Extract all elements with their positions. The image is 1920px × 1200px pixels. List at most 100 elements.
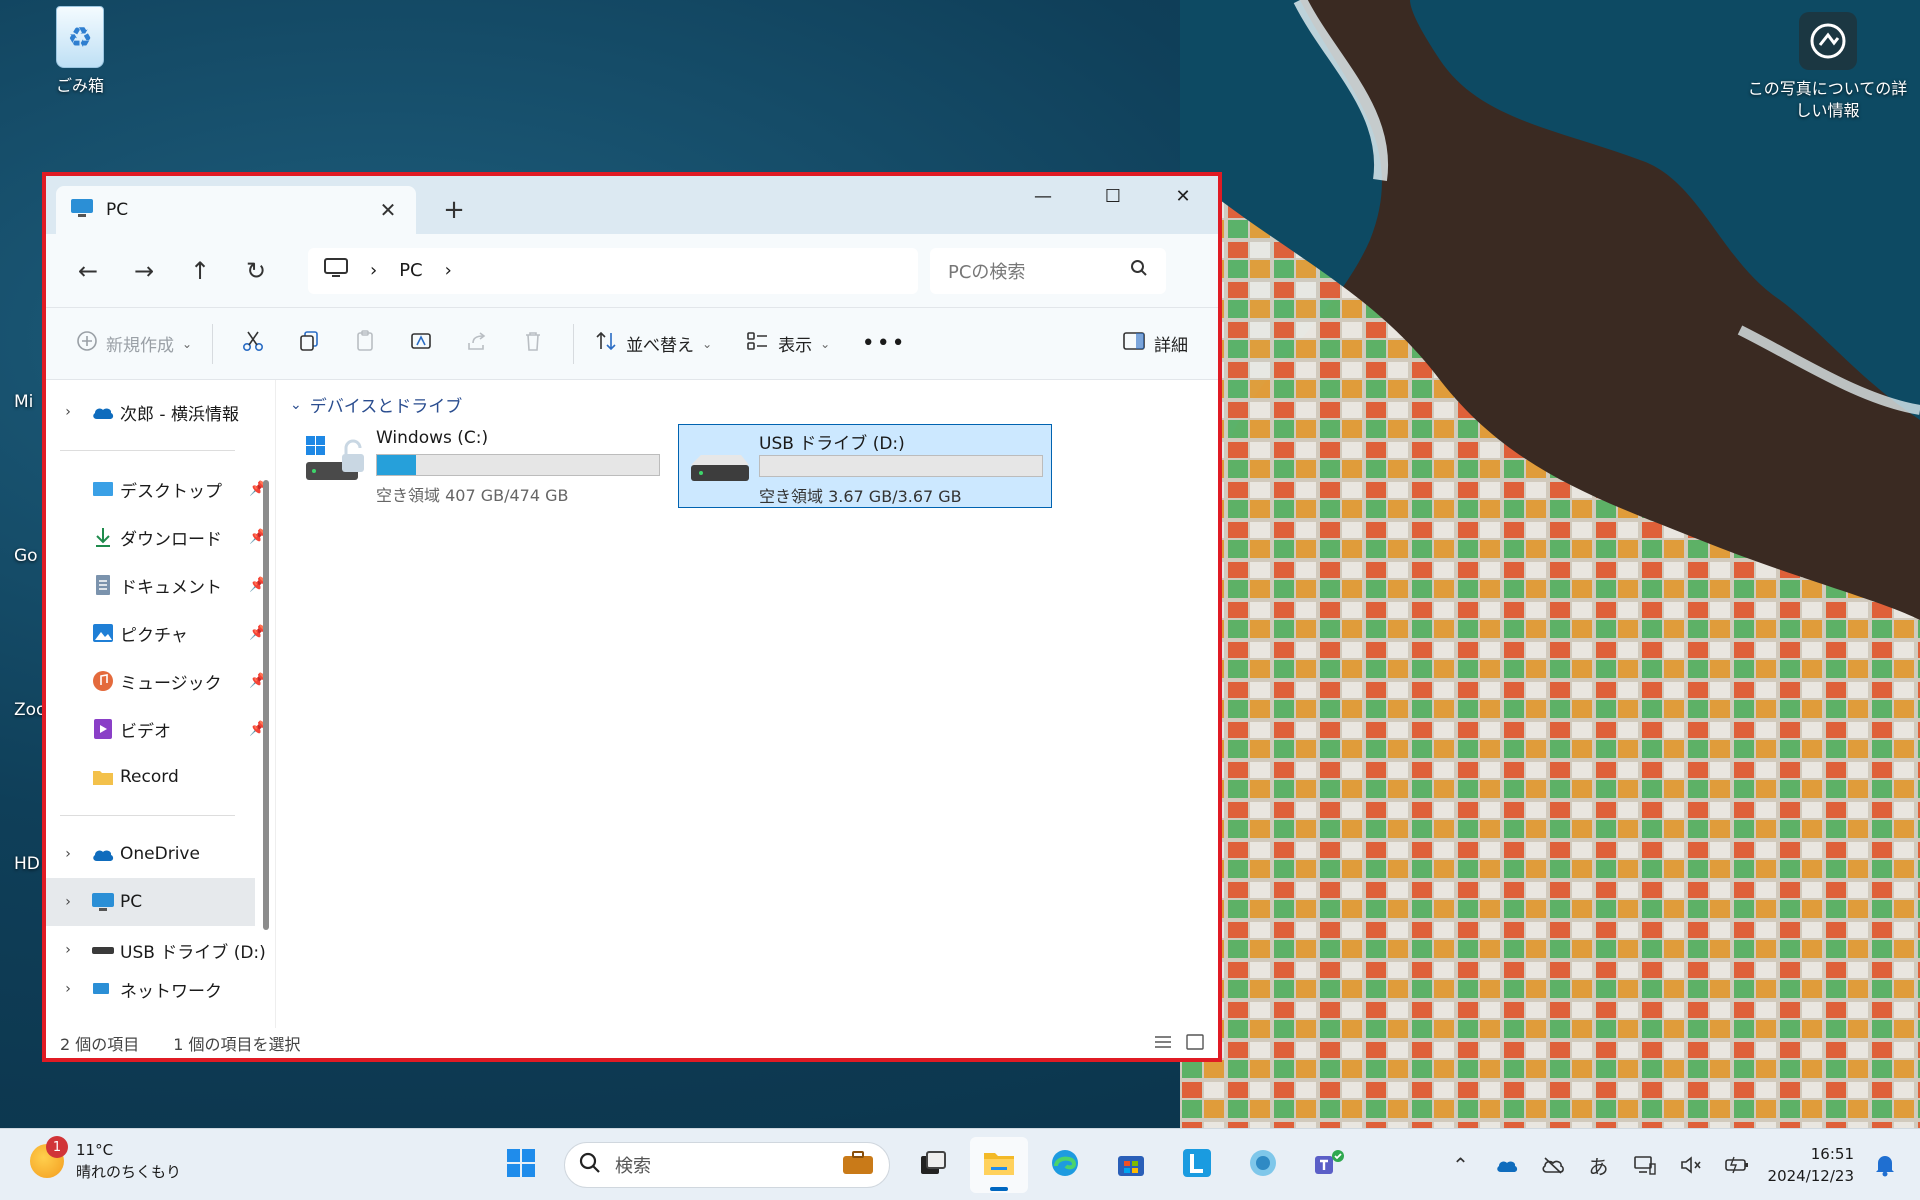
desktop-shortcut-label[interactable]: Go (14, 546, 38, 566)
chevron-right-icon[interactable]: › (46, 404, 90, 420)
circle-app-taskbar-button[interactable] (1234, 1137, 1292, 1193)
pin-icon[interactable]: 📌 (249, 577, 275, 593)
new-item-button[interactable]: 新規作成 ⌄ (68, 322, 200, 366)
group-header-devices[interactable]: ⌄ デバイスとドライブ (290, 392, 462, 418)
large-icons-view-icon[interactable] (1186, 1034, 1204, 1054)
pc-icon (90, 891, 116, 913)
weather-widget[interactable]: 1 11°C 晴れのちくもり (30, 1136, 182, 1183)
l-app-taskbar-button[interactable] (1168, 1137, 1226, 1193)
chevron-right-icon[interactable]: › (445, 260, 452, 281)
network-icon[interactable] (1630, 1150, 1660, 1180)
divider (573, 323, 575, 364)
task-view-button[interactable] (904, 1137, 962, 1193)
address-bar[interactable]: › PC › (308, 247, 918, 294)
more-options-button[interactable]: ••• (856, 322, 912, 366)
sidebar-item-documents[interactable]: ドキュメント 📌 (46, 561, 275, 609)
chevron-up-icon[interactable]: ⌃ (1446, 1150, 1476, 1180)
up-button[interactable]: ↑ (172, 249, 228, 293)
volume-muted-icon[interactable] (1676, 1150, 1706, 1180)
store-taskbar-button[interactable] (1102, 1137, 1160, 1193)
usb-drive-icon (90, 939, 116, 961)
sidebar-item-videos[interactable]: ビデオ 📌 (46, 705, 275, 753)
forward-button[interactable]: → (116, 249, 172, 293)
tab-title: PC (106, 200, 129, 220)
title-bar[interactable]: PC ✕ + — ☐ ✕ (46, 176, 1218, 234)
photo-info-shortcut[interactable]: この写真についての詳しい情報 (1740, 12, 1915, 122)
tab-pc[interactable]: PC ✕ (56, 186, 416, 234)
rename-icon (409, 329, 433, 358)
delete-button[interactable] (505, 322, 561, 366)
document-icon (90, 574, 116, 596)
weather-temperature: 11°C (76, 1141, 114, 1159)
cut-button[interactable] (225, 322, 281, 366)
taskbar-search[interactable]: 検索 (564, 1142, 890, 1188)
edge-taskbar-button[interactable] (1036, 1137, 1094, 1193)
drive-d-tile[interactable]: USB ドライブ (D:) 空き領域 3.67 GB/3.67 GB (678, 424, 1052, 508)
divider (212, 323, 214, 364)
teams-taskbar-button[interactable] (1300, 1137, 1358, 1193)
sidebar-scrollbar[interactable] (263, 480, 269, 930)
pin-icon[interactable]: 📌 (249, 625, 275, 641)
file-explorer-taskbar-button[interactable] (970, 1137, 1028, 1193)
details-view-icon[interactable] (1154, 1034, 1172, 1054)
l-app-icon (1182, 1148, 1212, 1183)
view-list-icon (746, 330, 770, 357)
navigation-pane[interactable]: › 次郎 - 横浜情報 デスクトップ 📌 ダウンロード 📌 ドキュメント 📌 ピ… (46, 380, 276, 1058)
chevron-right-icon[interactable]: › (46, 981, 90, 997)
pin-icon[interactable]: 📌 (249, 529, 275, 545)
pin-icon[interactable]: 📌 (249, 721, 275, 737)
battery-icon[interactable] (1722, 1150, 1752, 1180)
chevron-down-icon: ⌄ (182, 336, 193, 351)
notification-bell-icon[interactable] (1870, 1150, 1900, 1180)
ime-indicator[interactable]: あ (1584, 1150, 1614, 1180)
pin-icon[interactable]: 📌 (249, 673, 275, 689)
close-tab-icon[interactable]: ✕ (374, 196, 402, 224)
sidebar-item-network[interactable]: › ネットワーク (46, 974, 275, 1004)
sidebar-item-desktop[interactable]: デスクトップ 📌 (46, 465, 275, 513)
chevron-right-icon[interactable]: › (46, 846, 90, 862)
sidebar-item-downloads[interactable]: ダウンロード 📌 (46, 513, 275, 561)
sidebar-item-usb-drive[interactable]: › USB ドライブ (D:) (46, 926, 275, 974)
chevron-right-icon[interactable]: › (370, 260, 377, 281)
sidebar-item-record[interactable]: Record (46, 753, 275, 801)
search-input[interactable]: PCの検索 (948, 258, 1130, 284)
share-button[interactable] (449, 322, 505, 366)
sidebar-item-pictures[interactable]: ピクチャ 📌 (46, 609, 275, 657)
onedrive-icon (90, 843, 116, 865)
maximize-button[interactable]: ☐ (1078, 176, 1148, 216)
onedrive-icon[interactable] (1492, 1150, 1522, 1180)
pin-icon[interactable]: 📌 (249, 481, 275, 497)
sidebar-item-pc[interactable]: › PC (46, 878, 255, 926)
sidebar-item-onedrive-personal[interactable]: › 次郎 - 横浜情報 (46, 388, 275, 436)
chevron-right-icon[interactable]: › (46, 942, 90, 958)
recycle-bin-shortcut[interactable]: ごみ箱 (40, 6, 120, 96)
paste-button[interactable] (337, 322, 393, 366)
new-tab-button[interactable]: + (434, 190, 474, 230)
rename-button[interactable] (393, 322, 449, 366)
refresh-button[interactable]: ↻ (228, 249, 284, 293)
details-pane-button[interactable]: 詳細 (1114, 322, 1196, 366)
desktop-shortcut-label[interactable]: Mi (14, 392, 33, 412)
search-box[interactable]: PCの検索 (930, 247, 1166, 294)
cloud-offline-icon[interactable] (1538, 1150, 1568, 1180)
pictures-icon (90, 622, 116, 644)
view-button[interactable]: 表示 ⌄ (738, 322, 838, 366)
desktop-shortcut-label[interactable]: HD (14, 854, 40, 874)
back-button[interactable]: ← (60, 249, 116, 293)
explorer-body: › 次郎 - 横浜情報 デスクトップ 📌 ダウンロード 📌 ドキュメント 📌 ピ… (46, 380, 1218, 1058)
minimize-button[interactable]: — (1008, 176, 1078, 216)
drive-c-tile[interactable]: Windows (C:) 空き領域 407 GB/474 GB (296, 424, 670, 508)
file-list[interactable]: ⌄ デバイスとドライブ Windows (C:) 空き領域 407 GB/474… (276, 380, 1218, 1058)
usb-drive-icon (687, 435, 753, 495)
notification-badge: 1 (46, 1136, 68, 1158)
weather-condition: 晴れのちくもり (76, 1163, 182, 1181)
close-window-button[interactable]: ✕ (1148, 176, 1218, 216)
chevron-right-icon[interactable]: › (46, 894, 90, 910)
copy-button[interactable] (281, 322, 337, 366)
sidebar-item-music[interactable]: ミュージック 📌 (46, 657, 275, 705)
breadcrumb-pc[interactable]: PC (399, 260, 422, 281)
clock[interactable]: 16:51 2024/12/23 (1768, 1143, 1854, 1187)
sidebar-item-onedrive[interactable]: › OneDrive (46, 830, 275, 878)
start-button[interactable] (492, 1137, 550, 1193)
sort-button[interactable]: 並べ替え ⌄ (586, 322, 720, 366)
